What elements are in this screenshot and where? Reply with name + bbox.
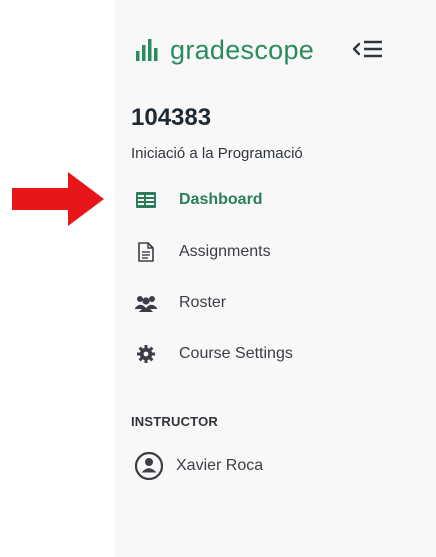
- instructor-name: Xavier Roca: [176, 457, 264, 474]
- sidebar-item-roster[interactable]: Roster: [135, 290, 226, 316]
- sidebar-item-label: Roster: [179, 294, 227, 311]
- sidebar-item-label: Assignments: [179, 243, 271, 260]
- instructor-user[interactable]: Xavier Roca: [134, 450, 263, 482]
- sidebar-item-label: Dashboard: [179, 191, 263, 208]
- sidebar-item-assignments[interactable]: Assignments: [135, 239, 271, 265]
- sidebar-item-dashboard[interactable]: Dashboard: [135, 187, 263, 213]
- user-avatar-icon: [134, 451, 164, 481]
- course-name: Iniciació a la Programació: [131, 145, 303, 162]
- collapse-sidebar-icon[interactable]: [352, 38, 384, 60]
- dashboard-icon: [135, 189, 157, 211]
- gradescope-logo[interactable]: gradescope: [136, 34, 314, 66]
- red-arrow-annotation: [12, 172, 104, 226]
- course-number: 104383: [131, 104, 212, 131]
- gear-icon: [135, 343, 157, 365]
- instructor-section-label: INSTRUCTOR: [131, 414, 218, 429]
- document-icon: [135, 241, 157, 263]
- sidebar-item-label: Course Settings: [179, 345, 293, 362]
- brand-name: gradescope: [170, 34, 315, 65]
- people-icon: [135, 292, 157, 314]
- logo-bars-icon: [136, 39, 158, 61]
- sidebar-item-course-settings[interactable]: Course Settings: [135, 341, 293, 367]
